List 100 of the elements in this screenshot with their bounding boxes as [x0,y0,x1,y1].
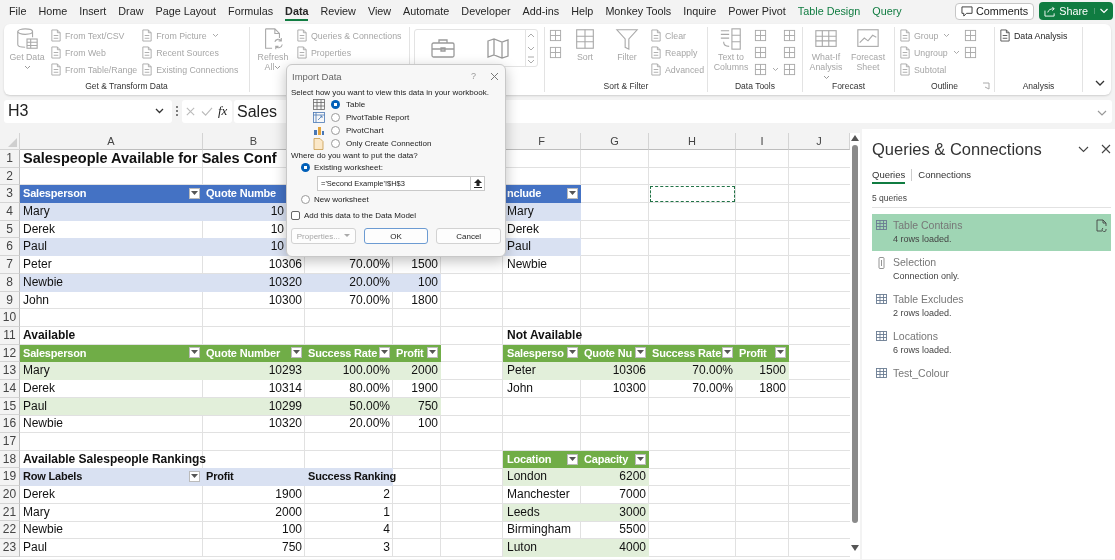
close-icon[interactable] [1101,144,1111,154]
ribbon-tab[interactable]: Add-ins [516,1,566,21]
refresh-icon[interactable] [1096,219,1107,232]
chevron-icon[interactable] [1078,145,1089,153]
grid-icon [754,46,767,59]
ribbon-tab[interactable]: File [3,1,33,21]
column-header[interactable]: A [20,133,203,150]
option-label[interactable]: PivotChart [346,126,384,135]
dialog-button[interactable]: Cancel [436,228,501,244]
grid-icon [573,27,597,51]
more-icon[interactable] [526,55,536,65]
radio-button[interactable] [331,100,340,109]
cell-text: Birmingham [507,521,572,539]
option-label[interactable]: Only Create Connection [346,139,432,148]
option-label[interactable]: Existing worksheet: [314,163,383,172]
option-label[interactable]: Table [346,100,366,109]
row-number[interactable]: 17 [0,433,20,451]
column-header[interactable]: J [789,133,850,150]
filter-button[interactable] [635,347,646,359]
ribbon-tab[interactable]: Page Layout [149,1,223,21]
filter-button[interactable] [775,347,786,359]
filter-button[interactable] [189,347,200,359]
share-button[interactable]: Share [1039,2,1113,20]
ribbon-tab[interactable]: Draw [112,1,150,21]
ribbon-tab[interactable]: Review [314,1,362,21]
ribbon-tab[interactable]: Developer [455,1,517,21]
collapse-icon[interactable] [1095,80,1105,87]
dialog-button[interactable]: OK [363,228,429,244]
ribbon-tab[interactable]: Home [32,1,74,21]
query-item[interactable]: Table Contains 4 rows loaded. [872,214,1111,251]
ribbon-tab[interactable]: Insert [73,1,113,21]
filter-button[interactable] [189,188,200,200]
pane-tab[interactable]: Connections [918,166,972,184]
row-number[interactable]: 4 [0,203,20,221]
close-button[interactable] [490,71,499,81]
scroll-down-icon[interactable] [851,545,859,551]
filter-button[interactable] [291,347,302,359]
column-header[interactable]: I [736,133,789,150]
name-box[interactable]: H3 [4,99,172,123]
ribbon-tab[interactable]: Monkey Tools [599,1,678,21]
filter-button[interactable] [635,453,646,465]
ribbon-tab[interactable]: View [361,1,398,21]
radio-button[interactable] [331,126,340,135]
radio-button[interactable] [331,139,340,148]
row-number[interactable]: 19 [0,468,20,487]
column-header[interactable]: F [503,133,581,150]
option-label[interactable]: PivotTable Report [346,113,410,122]
insert-function-button[interactable]: fx [218,103,228,119]
query-item[interactable]: Locations 6 rows loaded. [872,325,1111,362]
group-label: Data Tools [735,80,775,91]
filter-button[interactable] [189,471,200,483]
check-icon[interactable] [201,105,213,117]
column-header[interactable]: G [581,133,649,150]
query-item[interactable]: Test_Colour [872,362,1111,399]
more-icon[interactable] [175,105,179,117]
filter-button[interactable] [722,347,733,359]
query-item[interactable]: Selection Connection only. [872,251,1111,288]
map-icon [484,37,511,59]
row-number[interactable]: 13 [0,362,20,380]
row-number[interactable]: 1 [0,150,20,168]
ribbon-tab[interactable]: Automate [397,1,456,21]
document-icon [313,137,325,150]
ribbon-tab[interactable]: Query [866,1,908,21]
scroll-up-icon[interactable] [851,135,859,141]
query-item[interactable]: Table Excludes 2 rows loaded. [872,288,1111,325]
filter-button[interactable] [379,347,390,359]
ribbon-button[interactable]: Data Analysis [999,27,1068,44]
radio-button[interactable] [331,113,340,122]
ribbon-tab[interactable]: Formulas [222,1,280,21]
row-number[interactable]: 10 [0,309,20,327]
pane-tab[interactable]: Queries [872,166,906,184]
checkbox-label[interactable]: Add this data to the Data Model [304,210,417,220]
row-number[interactable]: 7 [0,256,20,274]
checkbox[interactable] [291,210,300,220]
sheet-icon [296,46,308,59]
ribbon-tab[interactable]: Inquire [677,1,723,21]
scroll-thumb[interactable] [852,145,858,523]
table-cell: Peter [503,362,581,380]
row-number[interactable]: 6 [0,238,20,257]
filter-button[interactable] [567,188,578,200]
row-number[interactable]: 23 [0,539,20,557]
row-number[interactable]: 16 [0,415,20,433]
radio-button[interactable] [301,195,310,204]
ribbon-tab[interactable]: Power Pivot [722,1,792,21]
filter-button[interactable] [427,347,438,359]
row-number[interactable]: 3 [0,185,20,204]
filter-button[interactable] [567,453,578,465]
filter-button[interactable] [567,347,578,359]
caret-icon [637,456,644,462]
radio-button[interactable] [301,163,310,172]
expand-icon[interactable] [1097,110,1107,117]
comments-button[interactable]: Comments [955,2,1035,20]
option-label[interactable]: New worksheet [314,195,369,204]
row-number[interactable]: 20 [0,486,20,504]
row-number[interactable]: 22 [0,521,20,540]
column-header[interactable]: H [649,133,736,150]
ribbon-tab[interactable]: Data [279,1,315,21]
collapse-button[interactable] [470,176,485,191]
ribbon-tab[interactable]: Table Design [791,1,867,21]
ribbon-tab[interactable]: Help [565,1,600,21]
